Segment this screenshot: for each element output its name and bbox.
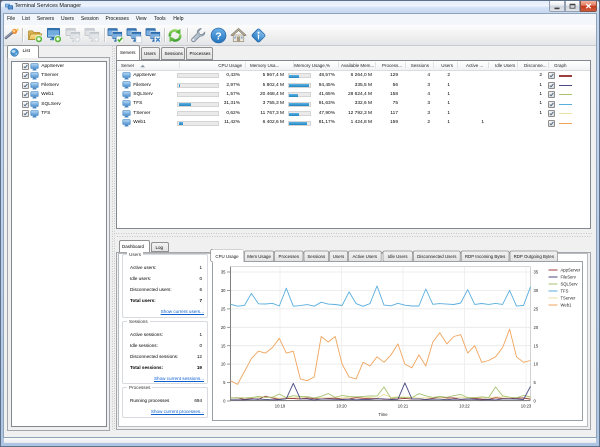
svg-text:35: 35 [221, 270, 226, 275]
svg-text:Time: Time [378, 412, 388, 417]
svg-text:10: 10 [221, 362, 226, 367]
svg-text:Users: Users [333, 254, 345, 259]
svg-text:30: 30 [534, 288, 539, 293]
svg-text:10:21: 10:21 [398, 404, 409, 409]
svg-text:25: 25 [534, 307, 539, 312]
svg-text:10:20: 10:20 [336, 404, 347, 409]
svg-text:15: 15 [221, 343, 226, 348]
svg-text:Disconnected Users: Disconnected Users [417, 254, 457, 259]
svg-text:FileServ: FileServ [561, 275, 577, 280]
svg-text:TFS: TFS [561, 289, 569, 294]
svg-text:TServer: TServer [561, 296, 576, 301]
svg-text:SQLServ: SQLServ [561, 282, 579, 287]
svg-text:Sessions: Sessions [307, 254, 326, 259]
svg-text:20: 20 [534, 325, 539, 330]
svg-text:20: 20 [221, 325, 226, 330]
svg-text:35: 35 [534, 270, 539, 275]
svg-text:10:23: 10:23 [521, 404, 532, 409]
svg-text:Idle Users: Idle Users [388, 254, 409, 259]
svg-text:30: 30 [221, 288, 226, 293]
svg-text:RDP Incoming Bytes: RDP Incoming Bytes [465, 254, 506, 259]
svg-text:Mem Usage: Mem Usage [247, 254, 271, 259]
svg-text:15: 15 [534, 343, 539, 348]
svg-text:10:22: 10:22 [459, 404, 470, 409]
svg-text:Web1: Web1 [561, 303, 573, 308]
svg-text:RDP Outgoing Bytes: RDP Outgoing Bytes [514, 254, 555, 259]
svg-text:Active Users: Active Users [352, 254, 377, 259]
svg-text:AppServer: AppServer [561, 268, 581, 273]
svg-text:25: 25 [221, 307, 226, 312]
svg-text:10: 10 [534, 362, 539, 367]
svg-text:Processes: Processes [279, 254, 300, 259]
svg-text:10:19: 10:19 [275, 404, 286, 409]
svg-text:CPU Usage: CPU Usage [215, 254, 239, 259]
